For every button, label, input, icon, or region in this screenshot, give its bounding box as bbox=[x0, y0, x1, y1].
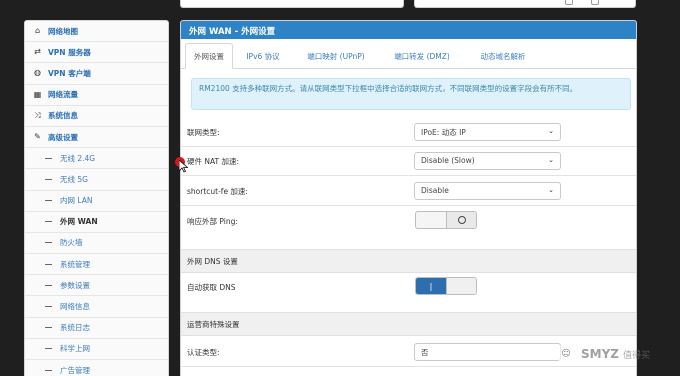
top-panel-left bbox=[180, 0, 404, 8]
isp-section-header: 运营商特殊设置 bbox=[181, 312, 636, 336]
wan-type-value: IPoE: 动态 IP bbox=[421, 128, 466, 137]
sidebar-item-vpn-client[interactable]: ◍ VPN 客户端 bbox=[25, 63, 168, 85]
sidebar-subitem-lan[interactable]: 内网 LAN bbox=[25, 191, 168, 212]
auto-dns-label: 自动获取 DNS bbox=[187, 283, 236, 292]
auth-type-value: 否 bbox=[421, 348, 429, 357]
dns-section-header: 外网 DNS 设置 bbox=[181, 249, 636, 273]
tab-upnp[interactable]: 端口映射 (UPnP) bbox=[293, 43, 379, 69]
sidebar-subitem-syslog[interactable]: 系统日志 bbox=[25, 318, 168, 339]
sidebar-item-label: VPN 服务器 bbox=[48, 47, 91, 57]
sidebar-subitem-label: 内网 LAN bbox=[60, 196, 93, 206]
row-ping: 响应外部 Ping: bbox=[181, 210, 636, 234]
sidebar-subitem-label: 系统管理 bbox=[60, 259, 90, 269]
sidebar-item-vpn-server[interactable]: ⇄ VPN 服务器 bbox=[25, 42, 168, 64]
wan-settings-panel: 外网 WAN - 外网设置 外网设置 IPv6 协议 端口映射 (UPnP) 端… bbox=[180, 20, 637, 376]
ping-toggle[interactable] bbox=[415, 211, 477, 229]
sidebar-item-label: VPN 客户端 bbox=[48, 68, 91, 78]
toggle-on-icon: | bbox=[416, 278, 446, 294]
auth-type-select[interactable]: 否 bbox=[414, 343, 561, 361]
row-hw-nat: 硬件 NAT 加速: Disable (Slow) ⌄ bbox=[181, 151, 636, 171]
tab-dmz[interactable]: 端口转发 (DMZ) bbox=[381, 43, 463, 69]
home-icon: ⌂ bbox=[34, 26, 41, 36]
sidebar-subitem-label: 参数设置 bbox=[60, 280, 90, 290]
divider bbox=[181, 366, 636, 367]
globe-icon: ◍ bbox=[34, 68, 41, 78]
dns-section-title: 外网 DNS 设置 bbox=[187, 257, 238, 266]
sidebar-item-label: 网络流量 bbox=[48, 90, 78, 100]
retweet-icon: ⇄ bbox=[34, 47, 41, 57]
divider bbox=[181, 205, 636, 206]
auth-type-label: 认证类型: bbox=[187, 348, 220, 357]
sidebar-subitem-firewall[interactable]: 防火墙 bbox=[25, 233, 168, 255]
watermark-text: SMYZ bbox=[581, 347, 619, 361]
panel-title: 外网 WAN - 外网设置 bbox=[181, 21, 636, 39]
shortcut-fe-label: shortcut-fe 加速: bbox=[187, 187, 248, 196]
sidebar-subitem-label: 科学上网 bbox=[60, 344, 90, 354]
watermark: ☺ SMYZ 值得买 bbox=[556, 343, 650, 365]
hw-nat-label: 硬件 NAT 加速: bbox=[187, 157, 240, 166]
tab-wan-settings[interactable]: 外网设置 bbox=[185, 43, 233, 69]
shortcut-fe-select[interactable]: Disable ⌄ bbox=[414, 182, 561, 200]
watermark-logo-icon: ☺ bbox=[556, 344, 576, 364]
sidebar-subitem-label: 网络信息 bbox=[60, 302, 90, 312]
auto-dns-toggle[interactable]: | bbox=[415, 277, 477, 295]
divider bbox=[181, 146, 636, 147]
sidebar-subitem-wifi-5g[interactable]: 无线 5G bbox=[25, 169, 168, 191]
info-alert: RM2100 支持多种联网方式。请从联网类型下拉框中选择合适的联网方式，不同联网… bbox=[191, 78, 631, 110]
watermark-subtext: 值得买 bbox=[622, 350, 650, 361]
top-checkbox-2[interactable] bbox=[591, 0, 599, 5]
sidebar-subitem-adblock[interactable]: 广告管理 bbox=[25, 360, 168, 376]
sidebar-subitem-wan[interactable]: 外网 WAN bbox=[25, 212, 168, 233]
sidebar-subitem-params[interactable]: 参数设置 bbox=[25, 275, 168, 297]
sidebar-item-traffic[interactable]: ▦ 网络流量 bbox=[25, 85, 168, 106]
sidebar-subitem-proxy[interactable]: 科学上网 bbox=[25, 339, 168, 360]
tab-ddns[interactable]: 动态域名解析 bbox=[465, 43, 541, 69]
sidebar-subitem-label: 广告管理 bbox=[60, 365, 90, 375]
shortcut-fe-value: Disable bbox=[421, 186, 449, 195]
sidebar-menu: ⌂ 网络地图 ⇄ VPN 服务器 ◍ VPN 客户端 ▦ 网络流量 ⤨ 系统信息… bbox=[24, 20, 169, 376]
tab-ipv6[interactable]: IPv6 协议 bbox=[237, 43, 289, 69]
chevron-down-icon: ⌄ bbox=[548, 127, 554, 135]
chevron-down-icon: ⌄ bbox=[548, 156, 554, 164]
hw-nat-value: Disable (Slow) bbox=[421, 156, 475, 165]
sidebar-subitem-label: 系统日志 bbox=[60, 323, 90, 333]
sidebar-subitem-admin[interactable]: 系统管理 bbox=[25, 254, 168, 276]
wan-type-label: 联网类型: bbox=[187, 128, 220, 137]
top-panel-right bbox=[414, 0, 636, 8]
sidebar-subitem-wifi-24g[interactable]: 无线 2.4G bbox=[25, 148, 168, 170]
ping-label: 响应外部 Ping: bbox=[187, 217, 238, 226]
sidebar-subitem-label: 防火墙 bbox=[60, 238, 83, 248]
row-auto-dns: 自动获取 DNS | bbox=[181, 277, 636, 299]
top-checkbox-1[interactable] bbox=[565, 0, 573, 5]
row-wan-type: 联网类型: IPoE: 动态 IP ⌄ bbox=[181, 122, 636, 142]
sidebar-item-advanced[interactable]: ✎ 高级设置 bbox=[25, 127, 168, 149]
wrench-icon: ✎ bbox=[34, 132, 41, 142]
sidebar-subitem-label: 无线 5G bbox=[60, 174, 88, 184]
hw-nat-select[interactable]: Disable (Slow) ⌄ bbox=[414, 152, 561, 170]
isp-section-title: 运营商特殊设置 bbox=[187, 320, 240, 329]
mouse-pointer-icon bbox=[179, 160, 188, 173]
sidebar-subitem-netinfo[interactable]: 网络信息 bbox=[25, 296, 168, 318]
toggle-off-icon bbox=[457, 216, 466, 224]
sidebar-item-label: 系统信息 bbox=[48, 111, 78, 121]
shuffle-icon: ⤨ bbox=[34, 110, 41, 120]
wan-type-select[interactable]: IPoE: 动态 IP ⌄ bbox=[414, 123, 561, 141]
row-shortcut-fe: shortcut-fe 加速: Disable ⌄ bbox=[181, 181, 636, 201]
sidebar-item-system-info[interactable]: ⤨ 系统信息 bbox=[25, 106, 168, 127]
sidebar-subitem-label: 无线 2.4G bbox=[60, 153, 96, 163]
sidebar-item-network-map[interactable]: ⌂ 网络地图 bbox=[25, 21, 168, 43]
chart-icon: ▦ bbox=[33, 89, 42, 99]
sidebar-item-label: 网络地图 bbox=[48, 26, 78, 36]
sidebar-item-label: 高级设置 bbox=[48, 132, 78, 142]
tab-bar: 外网设置 IPv6 协议 端口映射 (UPnP) 端口转发 (DMZ) 动态域名… bbox=[181, 39, 636, 69]
divider bbox=[181, 175, 636, 176]
sidebar-subitem-label: 外网 WAN bbox=[60, 217, 98, 227]
chevron-down-icon: ⌄ bbox=[548, 186, 554, 194]
